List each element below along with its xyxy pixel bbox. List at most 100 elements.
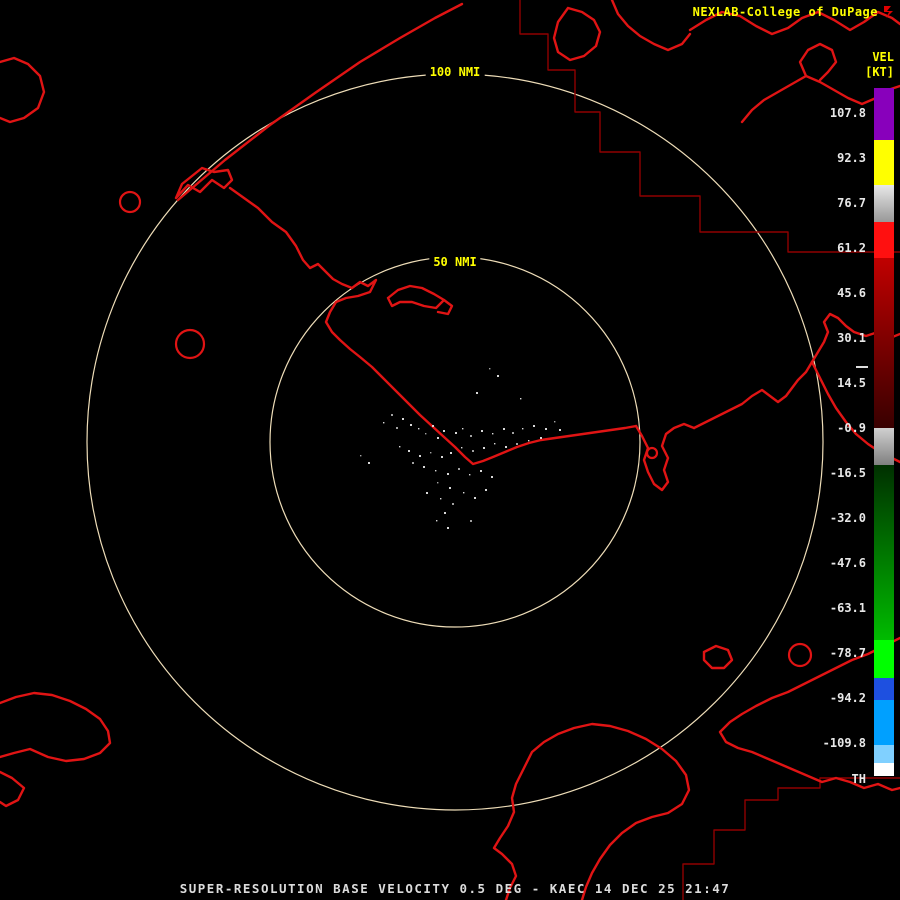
velocity-dot (443, 430, 445, 432)
velocity-dot (399, 446, 401, 448)
colorbar-unit-label: VEL [KT] (865, 50, 894, 80)
velocity-dot (528, 440, 530, 442)
velocity-dot (474, 497, 476, 499)
coastline-path (692, 312, 900, 430)
velocity-dot (383, 422, 385, 424)
coastline-path (492, 722, 691, 900)
velocity-dot (440, 498, 442, 500)
colorbar-segment (874, 185, 894, 222)
colorbar-segment (874, 763, 894, 776)
velocity-dot (368, 462, 370, 464)
velocity-dot (491, 476, 493, 478)
velocity-dot (437, 482, 439, 484)
velocity-dot (494, 443, 496, 445)
velocity-dot (469, 474, 471, 476)
velocity-dot (503, 428, 505, 430)
coastline-path (634, 422, 696, 492)
velocity-dot (554, 421, 556, 423)
velocity-dot (450, 452, 452, 454)
coastline-path (0, 770, 26, 808)
colorbar-segment (874, 678, 894, 700)
velocity-dot (483, 447, 485, 449)
velocity-dot (522, 428, 524, 430)
status-bar-caption: SUPER-RESOLUTION BASE VELOCITY 0.5 DEG -… (179, 881, 731, 896)
velocity-dot (408, 450, 410, 452)
velocity-dot (505, 446, 507, 448)
velocity-dot (516, 443, 518, 445)
velocity-dot (441, 456, 443, 458)
velocity-dot (458, 468, 460, 470)
header: NEXLAB-College of DuPage (693, 5, 896, 19)
velocity-dot (455, 432, 457, 434)
range-ring-label: 100 NMI (425, 65, 485, 79)
lake-circle (645, 446, 659, 460)
velocity-dot (418, 428, 420, 430)
velocity-dot (449, 487, 451, 489)
velocity-dot (444, 512, 446, 514)
velocity-dot (492, 433, 494, 435)
coastline-path (798, 42, 838, 82)
page-title: NEXLAB-College of DuPage (692, 5, 878, 19)
range-ring-label: 50 NMI (429, 255, 481, 269)
velocity-dot (432, 425, 434, 427)
coastline-path (610, 0, 692, 52)
velocity-dot (485, 489, 487, 491)
colorbar-segment (874, 640, 894, 678)
colorbar-segment (874, 88, 894, 140)
coastline-path (436, 298, 454, 316)
velocity-dot (425, 433, 427, 435)
range-ring (269, 256, 641, 628)
velocity-dot (447, 527, 449, 529)
velocity-dot (476, 392, 478, 394)
radar-map (0, 0, 900, 900)
coastline-path (386, 284, 446, 310)
colorbar-zero-tick (856, 366, 868, 368)
lake-circle (174, 328, 206, 360)
colorbar (874, 88, 894, 776)
velocity-dot (463, 492, 465, 494)
velocity-dot (559, 429, 561, 431)
velocity-dot (430, 452, 432, 454)
radar-display: 100 NMI 50 NMI NEXLAB-College of DuPage V… (0, 0, 900, 900)
velocity-dot (480, 470, 482, 472)
velocity-dot (391, 414, 393, 416)
velocity-dot (520, 398, 522, 400)
velocity-dot (412, 462, 414, 464)
velocity-dot (360, 455, 362, 457)
velocity-dot (437, 437, 439, 439)
colorbar-segment (874, 258, 894, 428)
coastline-path (0, 56, 46, 124)
lake-circle (787, 642, 813, 668)
velocity-dot (472, 450, 474, 452)
velocity-dot (481, 430, 483, 432)
velocity-dot (447, 473, 449, 475)
colorbar-segment (874, 428, 894, 465)
coastline-path (702, 644, 734, 670)
velocity-dot (470, 520, 472, 522)
colorbar-segment (874, 222, 894, 258)
velocity-dot (452, 503, 454, 505)
velocity-dot (540, 437, 542, 439)
velocity-dot (470, 435, 472, 437)
lake-circle (118, 190, 142, 214)
coastline-path (0, 691, 112, 763)
colorbar-segment (874, 745, 894, 763)
velocity-dot (545, 428, 547, 430)
velocity-dot (497, 375, 499, 377)
velocity-dot (402, 418, 404, 420)
velocity-dot (426, 492, 428, 494)
velocity-dot (533, 425, 535, 427)
velocity-dot (461, 447, 463, 449)
velocity-dot (489, 368, 491, 370)
velocity-dot (410, 424, 412, 426)
velocity-dot (435, 470, 437, 472)
coastline-path (552, 6, 602, 62)
velocity-dot (419, 455, 421, 457)
colorbar-segment (874, 140, 894, 185)
velocity-dot (436, 520, 438, 522)
colorbar-unit: VEL (872, 50, 894, 64)
coastline-path (228, 186, 638, 466)
colorbar-unit-bracket: [KT] (865, 65, 894, 79)
velocity-dot (462, 428, 464, 430)
colorbar-segment (874, 465, 894, 640)
